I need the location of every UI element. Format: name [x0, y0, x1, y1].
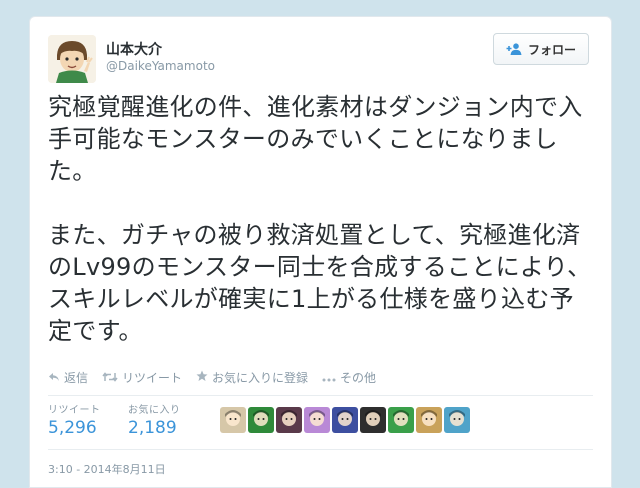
user-display-name[interactable]: 山本大介: [106, 39, 162, 59]
favorite-count-label: お気に入り: [128, 405, 181, 416]
favoriter-avatar[interactable]: [276, 407, 302, 433]
favoriter-avatar[interactable]: [388, 407, 414, 433]
tweet-card: 山本大介 @DaikeYamamoto フォロー 究極覚醒進化の件、進化素材はダ…: [29, 16, 612, 488]
more-label: その他: [340, 371, 377, 385]
user-handle[interactable]: @DaikeYamamoto: [106, 59, 215, 73]
star-icon: [196, 370, 208, 385]
follow-button[interactable]: フォロー: [493, 33, 589, 65]
divider: [48, 395, 593, 396]
retweet-icon: [102, 371, 118, 385]
reply-label: 返信: [64, 371, 89, 385]
more-icon: [322, 371, 336, 385]
favoriter-avatar[interactable]: [248, 407, 274, 433]
avatar-illustration: [48, 35, 96, 83]
favoriter-avatar[interactable]: [304, 407, 330, 433]
follow-button-label: フォロー: [527, 42, 576, 57]
favoriter-avatar[interactable]: [332, 407, 358, 433]
retweet-label: リツイート: [122, 371, 183, 385]
favorite-label: お気に入りに登録: [212, 371, 309, 385]
favorite-count[interactable]: お気に入り 2,189: [128, 401, 208, 438]
favoriter-avatar[interactable]: [444, 407, 470, 433]
tweet-actions: 返信 リツイート お気に入りに登録 その他: [48, 369, 376, 386]
favorite-count-value: 2,189: [128, 418, 177, 438]
tweet-stats: リツイート 5,296 お気に入り 2,189: [48, 401, 208, 438]
favoriter-avatar[interactable]: [220, 407, 246, 433]
retweet-count[interactable]: リツイート 5,296: [48, 401, 128, 438]
tweet-text: 究極覚醒進化の件、進化素材はダンジョン内で入手可能なモンスターのみでいくことにな…: [48, 93, 592, 345]
favoriter-avatar[interactable]: [416, 407, 442, 433]
favoriter-avatar[interactable]: [360, 407, 386, 433]
divider: [48, 449, 593, 450]
reply-icon: [48, 371, 60, 385]
favorite-action[interactable]: お気に入りに登録: [196, 369, 308, 386]
tweet-timestamp[interactable]: 3:10 - 2014年8月11日: [48, 461, 166, 477]
retweet-count-value: 5,296: [48, 418, 97, 438]
retweet-count-label: リツイート: [48, 405, 101, 416]
retweet-action[interactable]: リツイート: [102, 369, 182, 386]
reply-action[interactable]: 返信: [48, 369, 88, 386]
favoriter-avatars: [220, 407, 470, 433]
avatar[interactable]: [48, 35, 96, 83]
more-action[interactable]: その他: [322, 369, 376, 386]
add-user-icon: [506, 43, 522, 55]
